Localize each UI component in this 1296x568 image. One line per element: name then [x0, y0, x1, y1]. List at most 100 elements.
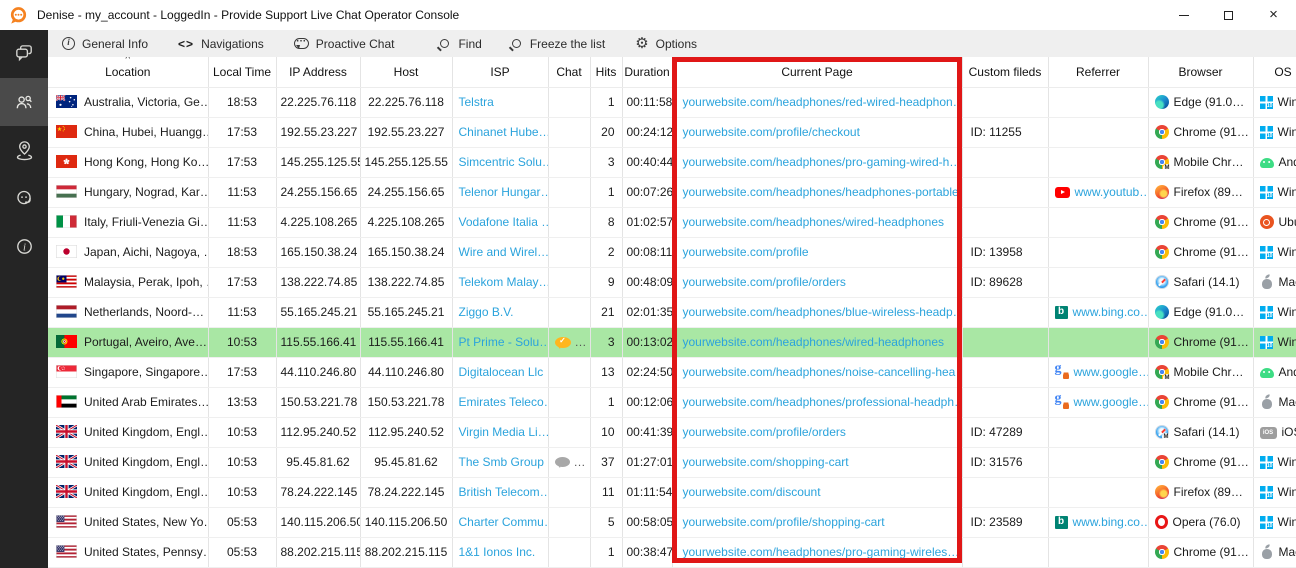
visitor-row[interactable]: Malaysia, Perak, Ipoh, … 17:53 138.222.7…	[48, 267, 1296, 297]
visitor-row[interactable]: United Arab Emirates… 13:53 150.53.221.7…	[48, 387, 1296, 417]
column-header-current-page[interactable]: Current Page	[672, 57, 962, 87]
visitor-current-page-link[interactable]: yourwebsite.com/headphones/wired-headpho…	[683, 335, 945, 349]
minimize-button[interactable]	[1161, 0, 1206, 30]
visitor-location: Japan, Aichi, Nagoya, …	[84, 245, 208, 259]
visitor-host: 140.115.206.50	[360, 507, 452, 537]
visitor-isp-link[interactable]: Pt Prime - Solu…	[459, 335, 549, 349]
visitor-current-page-link[interactable]: yourwebsite.com/headphones/pro-gaming-wi…	[683, 155, 962, 169]
visitor-current-page-link[interactable]: yourwebsite.com/discount	[683, 485, 821, 499]
visitor-row[interactable]: Japan, Aichi, Nagoya, … 18:53 165.150.38…	[48, 237, 1296, 267]
visitor-isp-link[interactable]: Telenor Hungar…	[459, 185, 549, 199]
visitor-isp-link[interactable]: Chinanet Hube…	[459, 125, 549, 139]
mobile-chrome-icon	[1155, 155, 1169, 169]
browser-label: Firefox (89…	[1174, 485, 1243, 499]
visitor-row[interactable]: China, Hubei, Huangg… 17:53 192.55.23.22…	[48, 117, 1296, 147]
visitor-row[interactable]: Hong Kong, Hong Ko… 17:53 145.255.125.55…	[48, 147, 1296, 177]
visitor-current-page-link[interactable]: yourwebsite.com/headphones/red-wired-hea…	[683, 95, 963, 109]
visitor-row[interactable]: Italy, Friuli-Venezia Gi… 11:53 4.225.10…	[48, 207, 1296, 237]
visitor-isp-link[interactable]: Digitalocean Llc	[459, 365, 544, 379]
column-header-chat[interactable]: Chat	[548, 57, 590, 87]
visitor-current-page-link[interactable]: yourwebsite.com/headphones/pro-gaming-wi…	[683, 545, 960, 559]
visitor-isp-link[interactable]: Ziggo B.V.	[459, 305, 514, 319]
visitor-local-time: 17:53	[208, 147, 276, 177]
column-header-os[interactable]: OS	[1253, 57, 1296, 87]
visitor-isp-link[interactable]: Virgin Media Li…	[459, 425, 549, 439]
visitor-current-page-link[interactable]: yourwebsite.com/profile/shopping-cart	[683, 515, 885, 529]
visitor-isp-link[interactable]: Vodafone Italia …	[459, 215, 549, 229]
visitor-row[interactable]: Hungary, Nograd, Kar… 11:53 24.255.156.6…	[48, 177, 1296, 207]
visitor-current-page-link[interactable]: yourwebsite.com/profile	[683, 245, 809, 259]
visitor-current-page-link[interactable]: yourwebsite.com/profile/orders	[683, 275, 846, 289]
column-header-custom-fields[interactable]: Custom fileds	[962, 57, 1048, 87]
referrer-link[interactable]: www.bing.co…	[1073, 515, 1149, 529]
visitor-isp-link[interactable]: The Smb Group	[459, 455, 544, 469]
sidebar-item-operators[interactable]	[0, 174, 48, 222]
column-header-duration[interactable]: Duration	[622, 57, 672, 87]
visitor-current-page-link[interactable]: yourwebsite.com/headphones/noise-cancell…	[683, 365, 963, 379]
referrer-link[interactable]: www.youtub…	[1075, 185, 1149, 199]
visitor-isp-link[interactable]: 1&1 Ionos Inc.	[459, 545, 536, 559]
visitor-row[interactable]: Australia, Victoria, Ge… 18:53 22.225.76…	[48, 87, 1296, 117]
visitor-current-page-link[interactable]: yourwebsite.com/headphones/headphones-po…	[683, 185, 959, 199]
visitor-isp-link[interactable]: Simcentric Solu…	[459, 155, 549, 169]
visitor-custom-fields: ID: 11255	[962, 117, 1048, 147]
visitor-isp-link[interactable]: Wire and Wirel…	[459, 245, 549, 259]
visitor-referrer: www.google…	[1048, 387, 1148, 417]
visitor-row[interactable]: United Kingdom, Engl… 10:53 78.24.222.14…	[48, 477, 1296, 507]
column-header-hits[interactable]: Hits	[590, 57, 622, 87]
visitor-isp-link[interactable]: Telstra	[459, 95, 494, 109]
visitor-local-time: 18:53	[208, 87, 276, 117]
proactive-chat-button[interactable]: Proactive Chat	[294, 37, 395, 51]
visitor-host: 150.53.221.78	[360, 387, 452, 417]
visitor-row[interactable]: United States, New Yo… 05:53 140.115.206…	[48, 507, 1296, 537]
general-info-button[interactable]: General Info	[62, 37, 148, 51]
visitor-isp-link[interactable]: Emirates Teleco…	[459, 395, 549, 409]
column-header-local-time[interactable]: Local Time	[208, 57, 276, 87]
visitor-row[interactable]: United States, Pennsy… 05:53 88.202.215.…	[48, 537, 1296, 567]
chrome-icon	[1155, 215, 1169, 229]
options-button[interactable]: Options	[635, 37, 697, 51]
os-label: Win	[1278, 485, 1296, 499]
visitor-row[interactable]: Portugal, Aveiro, Ave… 10:53 115.55.166.…	[48, 327, 1296, 357]
visitor-custom-fields	[962, 207, 1048, 237]
sidebar-item-geo-map[interactable]	[0, 126, 48, 174]
operator-console-window: Denise - my_account - LoggedIn - Provide…	[0, 0, 1296, 568]
visitor-ip-address: 138.222.74.85	[276, 267, 360, 297]
find-button[interactable]: Find	[440, 37, 481, 51]
visitor-row[interactable]: United Kingdom, Engl… 10:53 112.95.240.5…	[48, 417, 1296, 447]
visitor-row[interactable]: Singapore, Singapore… 17:53 44.110.246.8…	[48, 357, 1296, 387]
column-header-referrer[interactable]: Referrer	[1048, 57, 1148, 87]
sidebar-item-visitors[interactable]	[0, 78, 48, 126]
visitor-isp-link[interactable]: British Telecom…	[459, 485, 549, 499]
visitor-current-page-link[interactable]: yourwebsite.com/headphones/wired-headpho…	[683, 215, 945, 229]
column-header-ip-address[interactable]: IP Address	[276, 57, 360, 87]
sidebar-item-info[interactable]: i	[0, 222, 48, 270]
sidebar-item-chats[interactable]	[0, 30, 48, 78]
visitor-row[interactable]: Netherlands, Noord-… 11:53 55.165.245.21…	[48, 297, 1296, 327]
visitor-current-page-link[interactable]: yourwebsite.com/profile/checkout	[683, 125, 860, 139]
visitor-referrer	[1048, 477, 1148, 507]
navigations-button[interactable]: Navigations	[178, 37, 264, 51]
referrer-link[interactable]: www.google…	[1074, 365, 1149, 379]
visitor-local-time: 05:53	[208, 537, 276, 567]
freeze-list-button[interactable]: Freeze the list	[512, 37, 605, 51]
visitor-custom-fields	[962, 537, 1048, 567]
column-header-location[interactable]: ^ Location	[48, 57, 208, 87]
visitor-isp-link[interactable]: Charter Commu…	[459, 515, 549, 529]
visitor-current-page-link[interactable]: yourwebsite.com/headphones/professional-…	[683, 395, 963, 409]
proactive-chat-label: Proactive Chat	[316, 37, 395, 51]
visitor-current-page-link[interactable]: yourwebsite.com/profile/orders	[683, 425, 846, 439]
visitor-row[interactable]: United Kingdom, Engl… 10:53 95.45.81.62 …	[48, 447, 1296, 477]
browser-label: Chrome (91…	[1174, 395, 1249, 409]
maximize-button[interactable]	[1206, 0, 1251, 30]
close-button[interactable]: ×	[1251, 0, 1296, 30]
visitor-isp-link[interactable]: Telekom Malay…	[459, 275, 549, 289]
column-header-host[interactable]: Host	[360, 57, 452, 87]
visitor-current-page-link[interactable]: yourwebsite.com/shopping-cart	[683, 455, 849, 469]
referrer-link[interactable]: www.bing.co…	[1073, 305, 1149, 319]
column-header-isp[interactable]: ISP	[452, 57, 548, 87]
visitor-current-page-link[interactable]: yourwebsite.com/headphones/blue-wireless…	[683, 305, 963, 319]
column-header-browser[interactable]: Browser	[1148, 57, 1253, 87]
mobile-safari-icon	[1155, 425, 1169, 439]
referrer-link[interactable]: www.google…	[1074, 395, 1149, 409]
